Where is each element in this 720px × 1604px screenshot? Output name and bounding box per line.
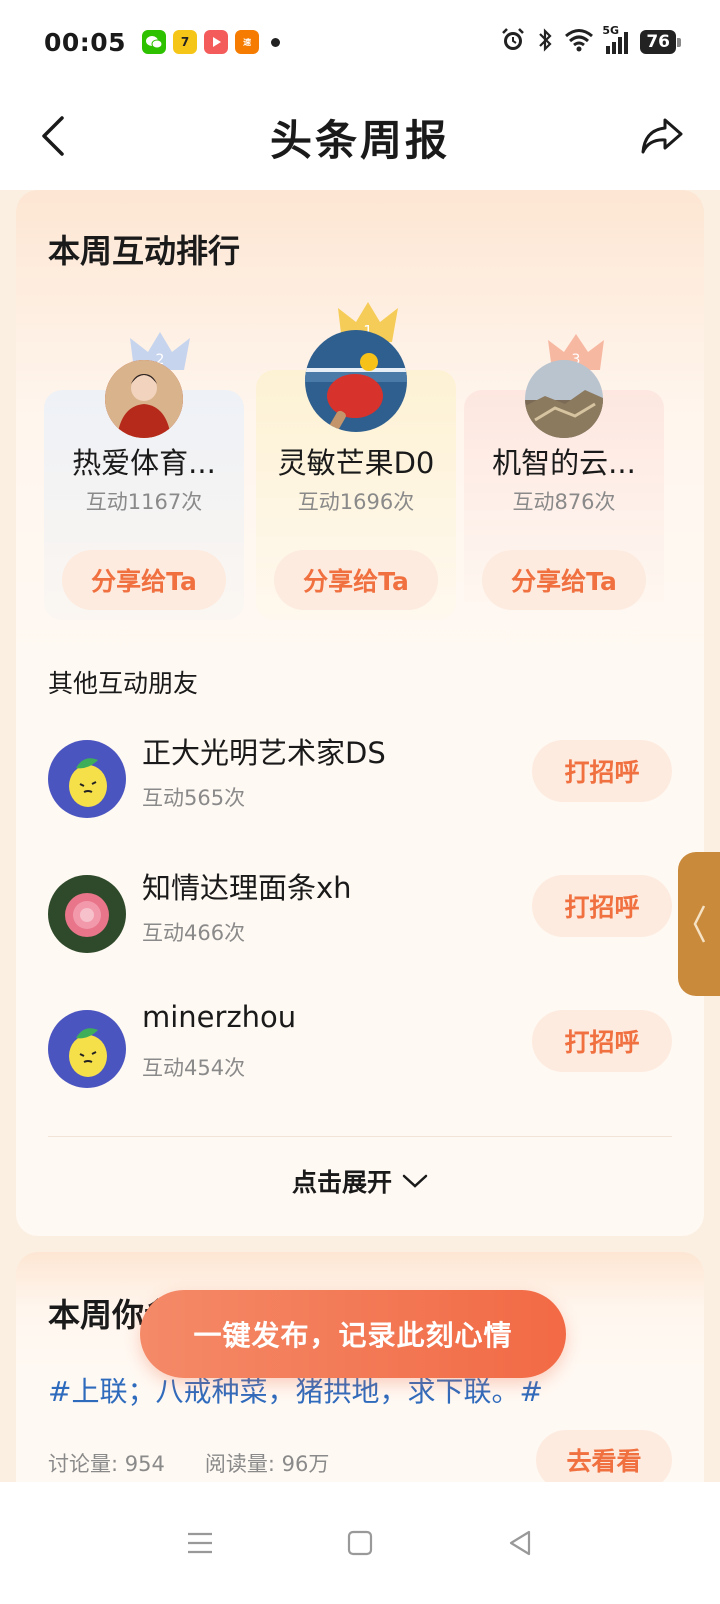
battery-indicator: 76 bbox=[640, 30, 681, 54]
network-type: 5G bbox=[602, 24, 620, 37]
avatar bbox=[525, 360, 603, 438]
alarm-icon bbox=[500, 27, 526, 57]
top-user-count: 互动1696次 bbox=[297, 490, 415, 514]
system-nav-bar bbox=[0, 1482, 720, 1604]
top-user-count: 互动876次 bbox=[512, 490, 616, 514]
status-bar: 00:05 7 速 5G 76 bbox=[0, 0, 720, 84]
podium-rank-1[interactable]: 1 灵敏芒果D0 互动1696次 分享给Ta bbox=[256, 300, 456, 620]
wechat-icon bbox=[142, 30, 167, 54]
square-icon bbox=[347, 1530, 373, 1556]
status-time: 00:05 bbox=[44, 27, 127, 57]
avatar bbox=[305, 330, 407, 432]
topic-stats: 讨论量: 954 阅读量: 96万 bbox=[48, 1448, 329, 1478]
divider bbox=[48, 1136, 672, 1137]
share-to-user-button[interactable]: 分享给Ta bbox=[274, 550, 438, 610]
friend-count: 互动454次 bbox=[142, 1056, 246, 1080]
wifi-icon bbox=[564, 28, 594, 56]
side-drawer-handle[interactable] bbox=[678, 852, 720, 996]
app-7-icon: 7 bbox=[173, 30, 198, 54]
avatar bbox=[48, 1010, 126, 1088]
friend-name: 正大光明艺术家DS bbox=[142, 736, 386, 770]
notification-icons: 7 速 bbox=[142, 30, 281, 54]
read-count: 阅读量: 96万 bbox=[204, 1452, 330, 1476]
menu-nav-button[interactable] bbox=[180, 1523, 220, 1563]
triangle-back-icon bbox=[509, 1530, 531, 1556]
chevron-down-icon bbox=[402, 1174, 428, 1188]
top-user-name: 灵敏芒果D0 bbox=[277, 446, 435, 480]
news-app-icon: 速 bbox=[235, 30, 260, 54]
page-title: 头条周报 bbox=[269, 115, 450, 165]
share-to-user-button[interactable]: 分享给Ta bbox=[62, 550, 226, 610]
bluetooth-icon bbox=[536, 27, 554, 57]
back-nav-button[interactable] bbox=[500, 1523, 540, 1563]
back-button[interactable] bbox=[28, 111, 78, 161]
other-friends-title: 其他互动朋友 bbox=[48, 669, 199, 698]
menu-icon bbox=[188, 1532, 212, 1554]
friend-count: 互动565次 bbox=[142, 786, 246, 810]
friend-name: minerzhou bbox=[142, 1000, 297, 1034]
expand-label: 点击展开 bbox=[291, 1168, 392, 1197]
header-bar: 头条周报 bbox=[0, 84, 720, 190]
friend-count: 互动466次 bbox=[142, 921, 246, 945]
greet-button[interactable]: 打招呼 bbox=[532, 1010, 672, 1072]
back-arrow-icon bbox=[42, 116, 64, 156]
chevron-left-icon bbox=[693, 905, 706, 943]
podium-rank-2[interactable]: 2 热爱体育... 互动1167次 分享给Ta bbox=[44, 300, 244, 620]
greet-button[interactable]: 打招呼 bbox=[532, 740, 672, 802]
top-user-name: 热爱体育... bbox=[72, 446, 216, 480]
friend-row[interactable]: minerzhou 互动454次 打招呼 bbox=[48, 1000, 672, 1100]
ranking-card: 本周互动排行 2 热爱体育... 互动1167次 分享给Ta 1 灵敏芒果D0 … bbox=[16, 190, 704, 1236]
publish-button[interactable]: 一键发布，记录此刻心情 bbox=[140, 1290, 566, 1378]
avatar bbox=[48, 740, 126, 818]
greet-button[interactable]: 打招呼 bbox=[532, 875, 672, 937]
share-button[interactable] bbox=[634, 111, 690, 161]
go-see-button[interactable]: 去看看 bbox=[536, 1430, 672, 1490]
discussion-count: 讨论量: 954 bbox=[48, 1452, 165, 1476]
signal-icon: 5G bbox=[602, 24, 630, 54]
avatar bbox=[48, 875, 126, 953]
share-icon bbox=[641, 118, 683, 154]
status-right: 5G 76 bbox=[500, 24, 681, 57]
top-user-name: 机智的云... bbox=[492, 446, 636, 480]
ranking-title: 本周互动排行 bbox=[48, 232, 241, 270]
friend-name: 知情达理面条xh bbox=[142, 871, 352, 905]
home-nav-button[interactable] bbox=[340, 1523, 380, 1563]
top-user-count: 互动1167次 bbox=[85, 490, 203, 514]
video-app-icon bbox=[204, 30, 229, 54]
podium-rank-3[interactable]: 3 机智的云... 互动876次 分享给Ta bbox=[464, 300, 664, 620]
expand-button[interactable]: 点击展开 bbox=[16, 1156, 704, 1206]
more-notifications-dot bbox=[271, 37, 281, 47]
avatar bbox=[105, 360, 183, 438]
friend-row[interactable]: 正大光明艺术家DS 互动565次 打招呼 bbox=[48, 730, 672, 830]
friend-row[interactable]: 知情达理面条xh 互动466次 打招呼 bbox=[48, 865, 672, 965]
share-to-user-button[interactable]: 分享给Ta bbox=[482, 550, 646, 610]
